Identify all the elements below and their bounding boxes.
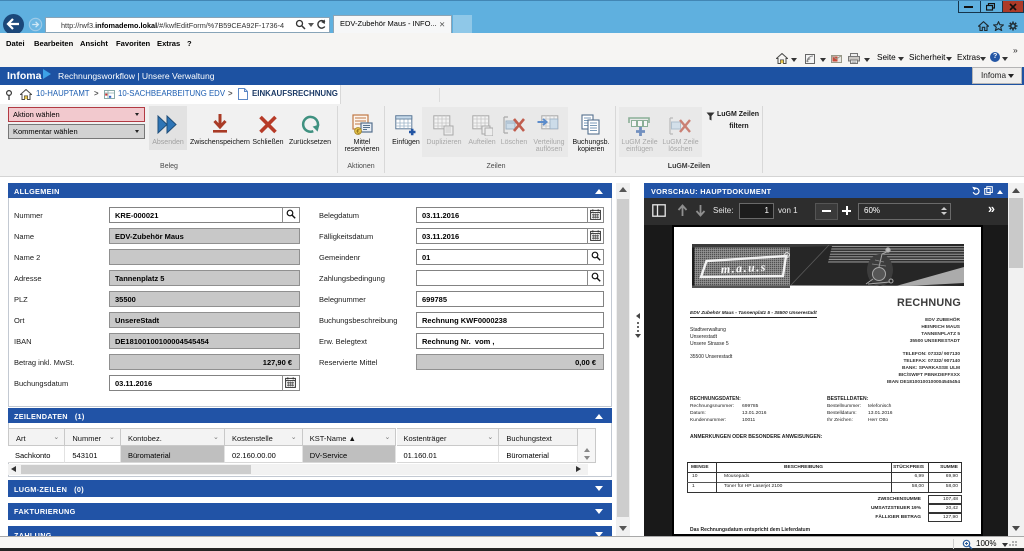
svg-text:m.a.u.s: m.a.u.s — [720, 260, 767, 276]
svg-text:R: R — [786, 254, 789, 258]
